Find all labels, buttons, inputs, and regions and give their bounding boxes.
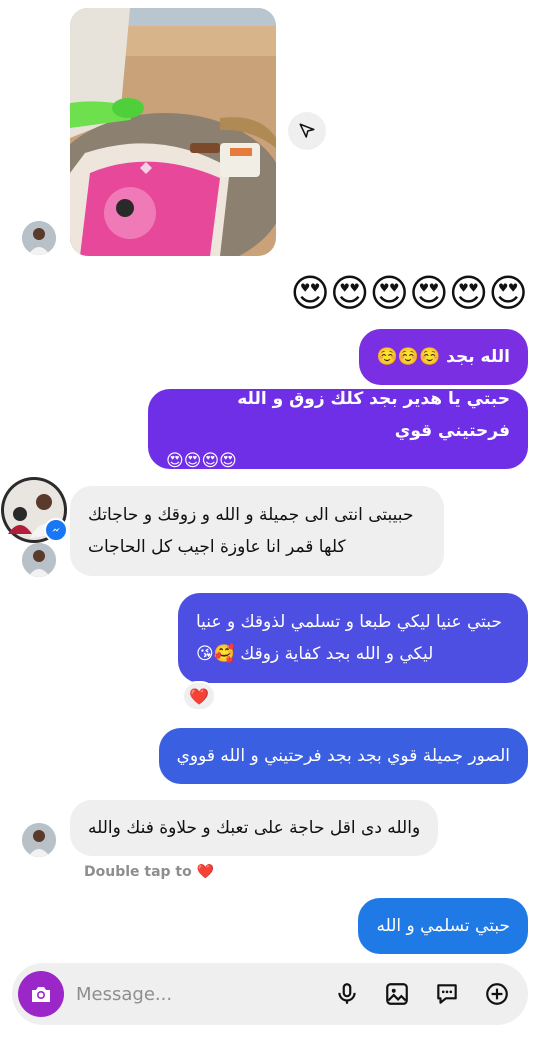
- message-text: والله دى اقل حاجة على تعبك و حلاوة فنك و…: [88, 818, 421, 838]
- heart-icon: ❤️: [196, 864, 215, 880]
- camera-button[interactable]: [18, 971, 64, 1017]
- sticker-button[interactable]: [430, 977, 464, 1011]
- sticker-icon: [437, 984, 457, 1004]
- message-text: الله بجد ☺️☺️☺️: [376, 347, 510, 367]
- message-text-line2: ليكي و الله بجد كفاية زوقك 🥰😘: [196, 644, 434, 664]
- gallery-button[interactable]: [380, 977, 414, 1011]
- incoming-message[interactable]: والله دى اقل حاجة على تعبك و حلاوة فنك و…: [70, 800, 439, 856]
- story-avatar[interactable]: [0, 476, 68, 544]
- heart-reaction-icon: ❤️: [189, 686, 209, 706]
- message-text: حبتي تسلمي و الله: [376, 916, 510, 936]
- outgoing-message[interactable]: حبتي تسلمي و الله: [358, 898, 528, 954]
- message-text: الصور جميلة قوي بجد بجد فرحتيني و الله ق…: [176, 746, 510, 766]
- emoji-message[interactable]: 😍😍😍😍😍😍: [290, 268, 528, 318]
- avatar[interactable]: [22, 823, 56, 857]
- plus-button[interactable]: [480, 977, 514, 1011]
- camera-icon: [32, 987, 50, 1002]
- message-text-line1: حبتي يا هدير بجد كلك زوق و الله فرحتيني …: [237, 389, 510, 441]
- shared-photo[interactable]: [70, 8, 276, 256]
- gallery-icon: [386, 983, 408, 1005]
- message-text-line1: حبيبتى انتى الى جميلة و الله و زوقك و حا…: [88, 505, 414, 525]
- messenger-badge-icon: [44, 518, 68, 542]
- emoji-text: 😍😍😍😍😍😍: [290, 271, 528, 315]
- avatar-image: [22, 543, 56, 577]
- avatar-image: [22, 823, 56, 857]
- plus-icon: [486, 983, 508, 1005]
- outgoing-message[interactable]: الله بجد ☺️☺️☺️: [358, 329, 528, 385]
- microphone-icon: [338, 983, 356, 1004]
- send-icon: [299, 123, 315, 138]
- message-reaction[interactable]: ❤️: [182, 681, 216, 711]
- outgoing-message[interactable]: حبتي عنيا ليكي طبعا و تسلمي لذوقك و عنيا…: [178, 593, 528, 683]
- incoming-message[interactable]: حبيبتى انتى الى جميلة و الله و زوقك و حا…: [70, 486, 444, 576]
- message-composer: [12, 963, 528, 1025]
- message-input[interactable]: [76, 983, 316, 1005]
- outgoing-message[interactable]: الصور جميلة قوي بجد بجد فرحتيني و الله ق…: [158, 728, 528, 784]
- double-tap-hint: Double tap to ❤️: [84, 864, 214, 880]
- avatar[interactable]: [22, 543, 56, 577]
- share-button[interactable]: [288, 112, 326, 150]
- outgoing-message[interactable]: حبتي يا هدير بجد كلك زوق و الله فرحتيني …: [148, 389, 528, 471]
- microphone-button[interactable]: [330, 977, 364, 1011]
- beach-photo-image: [70, 8, 276, 256]
- message-text-line2: كلها قمر انا عاوزة اجيب كل الحاجات: [88, 537, 346, 557]
- message-text-line1: حبتي عنيا ليكي طبعا و تسلمي لذوقك و عنيا: [196, 612, 502, 632]
- avatar-image: [22, 221, 56, 255]
- hint-text: Double tap to: [84, 864, 192, 880]
- avatar[interactable]: [22, 221, 56, 255]
- message-text-line2: 😍😍😍😍: [166, 451, 237, 471]
